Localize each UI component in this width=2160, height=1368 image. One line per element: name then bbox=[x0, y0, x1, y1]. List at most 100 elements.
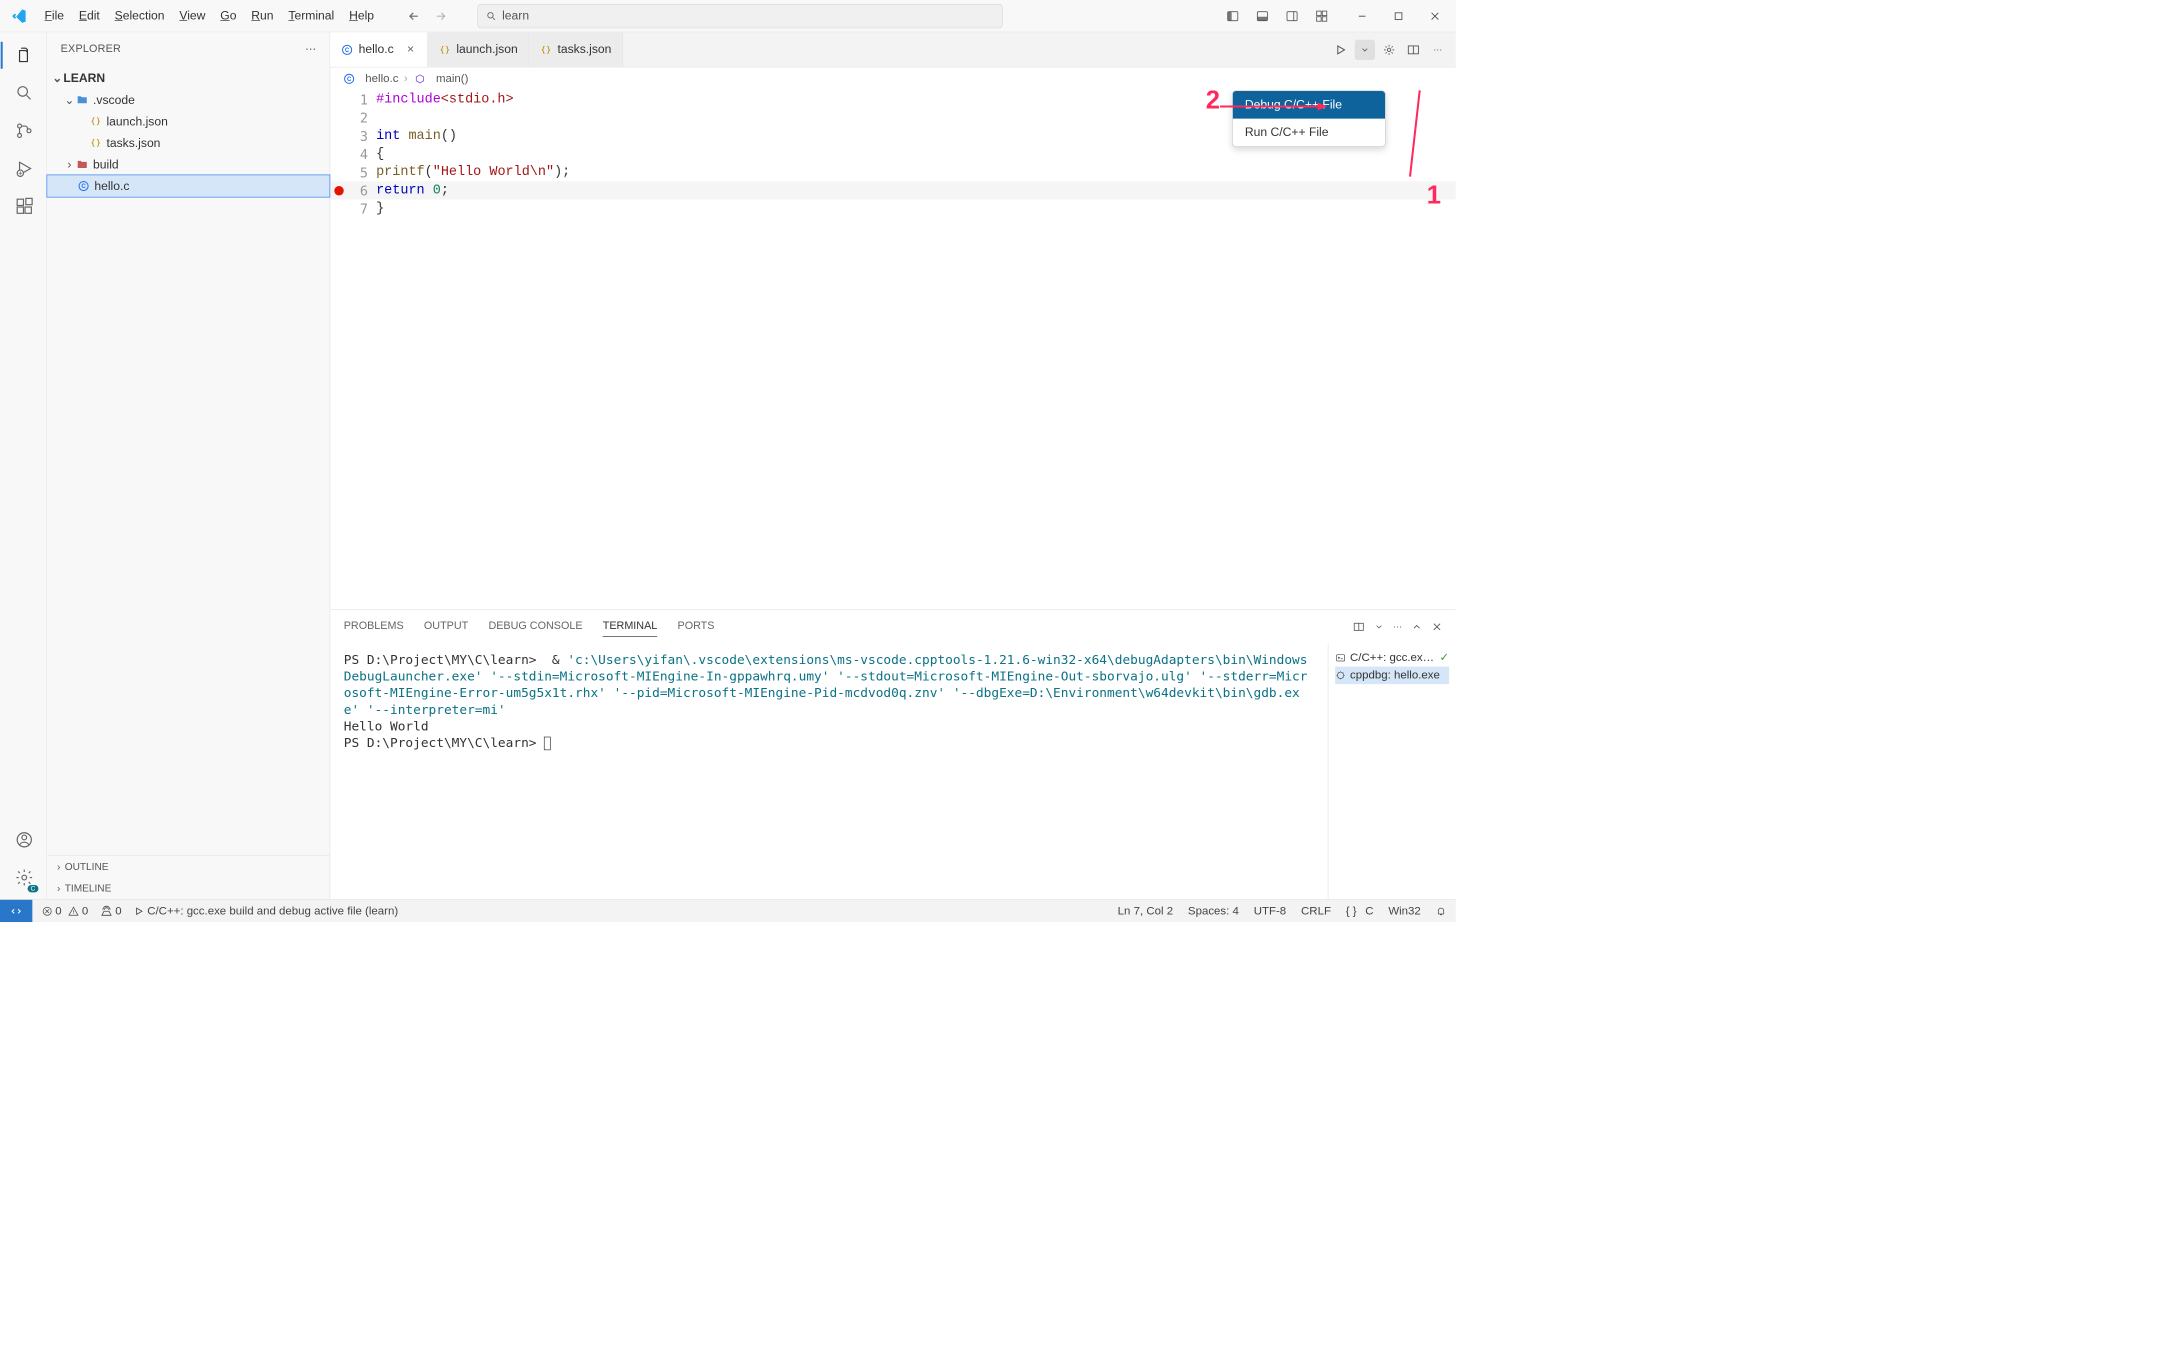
activity-search[interactable] bbox=[7, 77, 39, 109]
titlebar: FileEditSelectionViewGoRunTerminalHelp l… bbox=[0, 0, 1456, 32]
tab-launch-json[interactable]: launch.json bbox=[428, 32, 529, 66]
tree-folder-build[interactable]: › build bbox=[47, 154, 329, 176]
sidebar-outline[interactable]: ›OUTLINE bbox=[47, 856, 329, 878]
panel-dropdown-icon[interactable] bbox=[1374, 622, 1383, 631]
terminal-session-gcc[interactable]: C/C++: gcc.ex… ✓ bbox=[1335, 649, 1449, 667]
status-task[interactable]: C/C++: gcc.exe build and debug active fi… bbox=[134, 904, 398, 917]
c-file-icon: C bbox=[341, 43, 353, 55]
run-dropdown[interactable] bbox=[1355, 39, 1375, 59]
layout-panel-icon[interactable] bbox=[1251, 4, 1274, 27]
panel-close-icon[interactable] bbox=[1432, 621, 1443, 632]
symbol-method-icon bbox=[413, 72, 426, 85]
check-icon: ✓ bbox=[1439, 651, 1449, 664]
json-icon bbox=[540, 43, 552, 55]
menu-view[interactable]: View bbox=[173, 5, 213, 27]
editor-tabs: Chello.c×launch.jsontasks.json ⋯ bbox=[330, 32, 1456, 67]
activity-accounts[interactable] bbox=[7, 824, 39, 856]
run-menu-debug[interactable]: Debug C/C++ File bbox=[1233, 91, 1385, 119]
c-file-icon: C bbox=[342, 72, 355, 85]
tab-tasks-json[interactable]: tasks.json bbox=[529, 32, 623, 66]
sidebar-more-icon[interactable]: ⋯ bbox=[305, 42, 316, 55]
panel-more-icon[interactable]: ⋯ bbox=[1393, 621, 1402, 632]
customize-layout-icon[interactable] bbox=[1310, 4, 1333, 27]
editor-more-icon[interactable]: ⋯ bbox=[1428, 39, 1448, 59]
status-ports[interactable]: 0 bbox=[100, 904, 121, 917]
sidebar-title: EXPLORER bbox=[61, 43, 305, 55]
sidebar-timeline[interactable]: ›TIMELINE bbox=[47, 878, 329, 900]
menu-file[interactable]: File bbox=[38, 5, 71, 27]
settings-icon[interactable] bbox=[1379, 39, 1399, 59]
sidebar-explorer: EXPLORER ⋯ ⌄ LEARN ⌄ .vscode launch.json… bbox=[47, 32, 330, 899]
activity-bar: C bbox=[0, 32, 47, 899]
menu-go[interactable]: Go bbox=[214, 5, 244, 27]
status-remote[interactable] bbox=[0, 900, 32, 922]
panel-tab-problems[interactable]: PROBLEMS bbox=[344, 616, 404, 637]
activity-source-control[interactable] bbox=[7, 115, 39, 147]
search-text: learn bbox=[502, 9, 529, 23]
code-line[interactable]: 6 return 0; bbox=[330, 181, 1456, 199]
breakpoint-icon[interactable] bbox=[334, 186, 343, 195]
nav-back[interactable] bbox=[404, 6, 424, 26]
code-line[interactable]: 4{ bbox=[330, 145, 1456, 163]
activity-settings[interactable]: C bbox=[7, 861, 39, 893]
run-button[interactable] bbox=[1330, 39, 1350, 59]
panel-tab-terminal[interactable]: TERMINAL bbox=[603, 616, 658, 637]
json-icon bbox=[89, 115, 102, 128]
c-file-icon: C bbox=[77, 179, 90, 192]
status-bar: 0 0 0 C/C++: gcc.exe build and debug act… bbox=[0, 899, 1456, 922]
status-os[interactable]: Win32 bbox=[1388, 904, 1420, 917]
search-box[interactable]: learn bbox=[477, 4, 1003, 28]
folder-icon bbox=[75, 93, 88, 106]
terminal-sessions: C/C++: gcc.ex… ✓ cppdbg: hello.exe bbox=[1328, 644, 1456, 899]
activity-explorer[interactable] bbox=[7, 39, 39, 71]
tab-close-icon[interactable]: × bbox=[404, 42, 416, 56]
json-icon bbox=[89, 136, 102, 149]
status-eol[interactable]: CRLF bbox=[1301, 904, 1331, 917]
status-spaces[interactable]: Spaces: 4 bbox=[1188, 904, 1239, 917]
status-cursor[interactable]: Ln 7, Col 2 bbox=[1118, 904, 1173, 917]
status-lang-mode[interactable]: { } C bbox=[1346, 904, 1374, 917]
tree-file-hello-c[interactable]: C hello.c bbox=[47, 175, 329, 197]
menu-selection[interactable]: Selection bbox=[108, 5, 171, 27]
layout-sidebar-left-icon[interactable] bbox=[1221, 4, 1244, 27]
nav-forward[interactable] bbox=[431, 6, 451, 26]
panel-maximize-icon[interactable] bbox=[1411, 621, 1422, 632]
window-maximize[interactable] bbox=[1383, 5, 1414, 27]
status-notifications[interactable] bbox=[1436, 906, 1447, 917]
tree-folder-vscode[interactable]: ⌄ .vscode bbox=[47, 89, 329, 111]
menu-terminal[interactable]: Terminal bbox=[282, 5, 341, 27]
tree-file-launch-json[interactable]: launch.json bbox=[47, 111, 329, 133]
status-encoding[interactable]: UTF-8 bbox=[1254, 904, 1286, 917]
svg-text:C: C bbox=[347, 77, 352, 83]
panel-tab-ports[interactable]: PORTS bbox=[678, 616, 715, 637]
activity-extensions[interactable] bbox=[7, 190, 39, 222]
panel-tab-debug-console[interactable]: DEBUG CONSOLE bbox=[488, 616, 582, 637]
svg-text:C: C bbox=[81, 184, 86, 190]
code-line[interactable]: 7} bbox=[330, 200, 1456, 218]
menu-run[interactable]: Run bbox=[245, 5, 281, 27]
panel: PROBLEMS OUTPUT DEBUG CONSOLE TERMINAL PORTS… bbox=[330, 609, 1456, 899]
breadcrumbs[interactable]: C hello.c › main() bbox=[330, 67, 1456, 90]
terminal[interactable]: PS D:\Project\MY\C\learn> & 'c:\Users\yi… bbox=[330, 644, 1328, 899]
panel-split-icon[interactable] bbox=[1353, 620, 1365, 632]
menu-edit[interactable]: Edit bbox=[72, 5, 106, 27]
code-line[interactable]: 5 printf("Hello World\n"); bbox=[330, 163, 1456, 181]
folder-icon bbox=[75, 158, 88, 171]
activity-run-debug[interactable] bbox=[7, 152, 39, 184]
split-editor-icon[interactable] bbox=[1403, 39, 1423, 59]
svg-text:C: C bbox=[345, 48, 350, 54]
explorer-root[interactable]: ⌄ LEARN bbox=[47, 67, 329, 89]
run-menu-run[interactable]: Run C/C++ File bbox=[1233, 119, 1385, 147]
code-editor[interactable]: 1#include<stdio.h>23int main()4{5 printf… bbox=[330, 90, 1456, 609]
window-close[interactable] bbox=[1419, 5, 1450, 27]
panel-tab-output[interactable]: OUTPUT bbox=[424, 616, 468, 637]
vscode-logo bbox=[11, 8, 27, 24]
layout-sidebar-right-icon[interactable] bbox=[1281, 4, 1304, 27]
tree-file-tasks-json[interactable]: tasks.json bbox=[47, 132, 329, 154]
run-menu: Debug C/C++ File Run C/C++ File bbox=[1232, 90, 1386, 147]
terminal-session-cppdbg[interactable]: cppdbg: hello.exe bbox=[1335, 667, 1449, 685]
menu-help[interactable]: Help bbox=[342, 5, 380, 27]
status-problems[interactable]: 0 0 bbox=[42, 904, 88, 917]
tab-hello-c[interactable]: Chello.c× bbox=[330, 32, 428, 66]
window-minimize[interactable] bbox=[1347, 5, 1378, 27]
